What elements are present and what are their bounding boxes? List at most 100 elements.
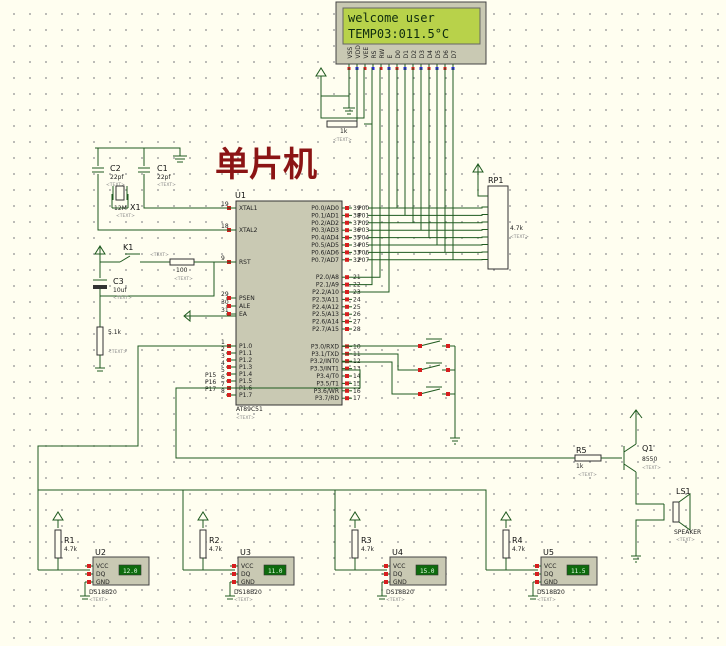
mcu-pin-number: 5 bbox=[221, 367, 225, 374]
mcu-pin-name: P3.4/T0 bbox=[316, 373, 339, 380]
sensor-u2[interactable]: R14.7k U2 DS18B20<TEXT> 12.0 VCCDQGND bbox=[38, 511, 150, 603]
mcu-pin bbox=[345, 374, 349, 378]
r5-ref: R5 bbox=[576, 446, 587, 455]
lcd-pin-label: D6 bbox=[443, 50, 450, 59]
reset-circuit: K1 <TEXT> 100 <TEXT> C3 10uf <TEXT> 5.1k… bbox=[93, 243, 236, 372]
mcu-pin-name: P1.1 bbox=[239, 350, 252, 357]
mcu-pin bbox=[345, 282, 349, 287]
mcu-part: AT89C51 bbox=[236, 406, 263, 413]
mcu-pin-name: P2.5/A13 bbox=[312, 311, 339, 318]
mcu-pin-name: P2.7/A15 bbox=[312, 326, 339, 333]
mcu-pin-number: 8 bbox=[221, 388, 225, 395]
lcd-pin-label: D5 bbox=[435, 50, 442, 59]
mcu-pin-name: P2.2/A10 bbox=[312, 289, 339, 296]
sensor-pin-label: GND bbox=[241, 579, 255, 586]
mcu-pin-name: P2.6/A14 bbox=[312, 319, 339, 326]
sensor-resistor-ref: R2 bbox=[209, 536, 220, 545]
sensor-pin bbox=[232, 564, 236, 568]
sensor-reading: 11.5 bbox=[571, 568, 586, 575]
mcu-pin bbox=[227, 351, 231, 355]
mcu-pin bbox=[345, 297, 349, 302]
sensor-resistor-ref: R3 bbox=[361, 536, 372, 545]
sensor-u4[interactable]: R34.7k U4 DS18B20<TEXT> 15.0 VCCDQGND bbox=[335, 511, 447, 603]
mcu-pin-number: 28 bbox=[353, 326, 361, 333]
sensor-pin bbox=[232, 572, 236, 576]
sensor-part: DS18B20 bbox=[234, 589, 262, 596]
sensor-ref: U2 bbox=[95, 548, 106, 557]
sensor-part: DS18B20 bbox=[537, 589, 565, 596]
sensor-pin-label: GND bbox=[393, 579, 407, 586]
sensor-pin-label: DQ bbox=[393, 571, 403, 578]
mcu-pin bbox=[227, 358, 231, 362]
sensor-pin bbox=[87, 564, 91, 568]
x1-value: 12M bbox=[114, 205, 127, 212]
sensor-text: <TEXT> bbox=[537, 597, 556, 603]
p0-net-label: P00 bbox=[358, 205, 369, 212]
sensor-pin bbox=[87, 580, 91, 584]
lcd-pin-label: D0 bbox=[395, 50, 402, 59]
lcd-pin-label: E bbox=[387, 55, 394, 59]
r5-value: 1k bbox=[576, 463, 584, 470]
p1-net-label: P15 bbox=[205, 372, 216, 379]
mcu-pin-name: P0.4/AD4 bbox=[311, 235, 339, 242]
lcd-pin-label: D3 bbox=[419, 50, 426, 59]
sensor-reading: 11.0 bbox=[268, 568, 283, 575]
schematic-title: 单片机 bbox=[215, 145, 317, 185]
sensor-pin-label: VCC bbox=[544, 563, 556, 570]
sensor-pin bbox=[232, 580, 236, 584]
mcu-pin-name: P3.5/T1 bbox=[316, 380, 339, 387]
mcu-pin bbox=[345, 257, 349, 262]
sensor-resistor-value: 4.7k bbox=[209, 546, 223, 553]
mcu-pin-name: P3.3/INT1 bbox=[310, 366, 339, 373]
sensor-pin-label: DQ bbox=[241, 571, 251, 578]
mcu-pin-name: P2.1/A9 bbox=[316, 282, 339, 289]
rp1-ref: RP1 bbox=[488, 176, 503, 185]
mcu-pin bbox=[345, 206, 349, 210]
button-pin bbox=[418, 392, 422, 396]
button-pin bbox=[446, 368, 450, 372]
sensor-pin bbox=[87, 572, 91, 576]
mcu-text: <TEXT> bbox=[236, 415, 255, 421]
mcu-pin-name: P3.0/RXD bbox=[311, 343, 339, 350]
mcu-pin-number: 7 bbox=[221, 381, 225, 388]
ls1-value: SPEAKER bbox=[674, 529, 701, 536]
sensor-pin-label: VCC bbox=[96, 563, 108, 570]
sensor-reading: 12.0 bbox=[123, 568, 138, 575]
sensor-pin-label: GND bbox=[544, 579, 558, 586]
mcu-pin-name: P2.0/A8 bbox=[316, 274, 339, 281]
mcu-pin bbox=[345, 220, 349, 225]
lcd-pin-label: VSS bbox=[347, 47, 354, 59]
c2-ref: C2 bbox=[110, 164, 121, 173]
mcu-pin-number: 29 bbox=[221, 291, 229, 298]
ls1-text: <TEXT> bbox=[676, 537, 695, 543]
mcu-pin-name: XTAL1 bbox=[239, 205, 258, 212]
mcu-pin bbox=[345, 304, 349, 309]
mcu-pin bbox=[345, 243, 349, 247]
lcd-pin-label: D4 bbox=[427, 50, 434, 59]
mcu-pin-name: P0.0/AD0 bbox=[311, 205, 339, 212]
mcu-pin-name: ALE bbox=[239, 303, 250, 310]
p0-net-label: P07 bbox=[358, 257, 369, 264]
sensor-u5[interactable]: R44.7k U5 DS18B20<TEXT> 11.5 VCCDQGND bbox=[486, 511, 598, 603]
mcu-pin-number: 31 bbox=[221, 307, 229, 314]
lcd-module[interactable]: welcome user TEMP03:011.5°C VSS VDD VEE RS R… bbox=[335, 1, 487, 70]
mcu-pin-name: P0.1/AD1 bbox=[311, 212, 339, 219]
button-pin bbox=[446, 392, 450, 396]
mcu-pin bbox=[345, 381, 349, 386]
mcu-u1[interactable]: U1 AT89C51 <TEXT> 19XTAL118XTAL29RST29PS… bbox=[205, 191, 369, 421]
p0-net-label: P05 bbox=[358, 242, 369, 249]
mcu-pin-name: P0.2/AD2 bbox=[311, 220, 339, 227]
lcd-pin-label: RS bbox=[371, 50, 378, 58]
rp1-value: 4.7k bbox=[510, 225, 524, 232]
q1-text: <TEXT> bbox=[642, 465, 661, 471]
sensor-pin-label: VCC bbox=[393, 563, 405, 570]
mcu-pin-name: P1.7 bbox=[239, 392, 252, 399]
mcu-pin-number: 27 bbox=[353, 319, 361, 326]
lcd-pin-label: RW bbox=[379, 49, 386, 59]
mcu-pin-number: 18 bbox=[221, 223, 229, 230]
sensor-u3[interactable]: R24.7k U3 DS18B20<TEXT> 11.0 VCCDQGND bbox=[183, 511, 295, 603]
mcu-pin-name: P3.2/INT0 bbox=[310, 358, 339, 365]
mcu-pin-name: P3.1/TXD bbox=[311, 351, 339, 358]
mcu-pin-name: PSEN bbox=[239, 295, 255, 302]
sensor-text: <TEXT> bbox=[89, 597, 108, 603]
